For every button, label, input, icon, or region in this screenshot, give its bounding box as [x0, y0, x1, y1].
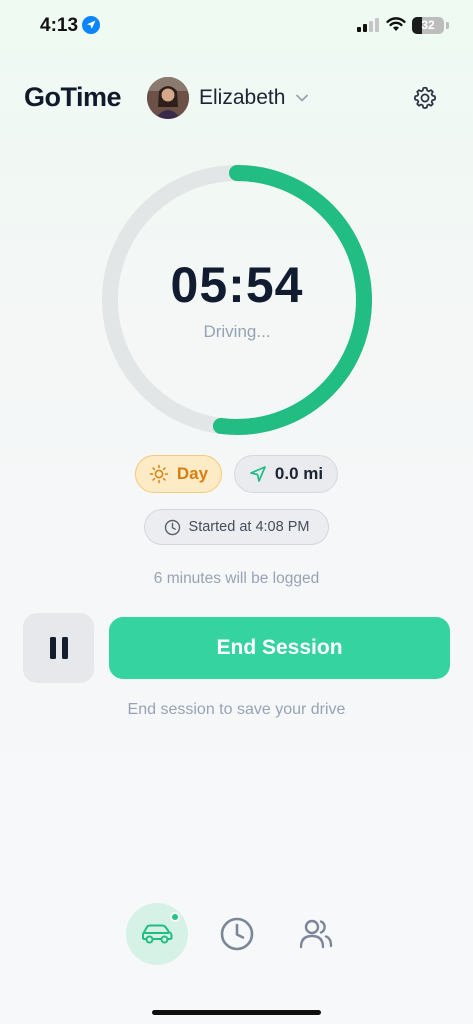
avatar-image: [147, 77, 189, 119]
gear-icon[interactable]: [412, 85, 438, 111]
location-arrow-icon: [82, 16, 100, 34]
started-at-chip: Started at 4:08 PM: [144, 509, 329, 545]
avatar[interactable]: [147, 77, 189, 119]
battery-indicator: 32: [412, 17, 444, 34]
chevron-down-icon[interactable]: [295, 91, 309, 105]
car-icon: [142, 924, 173, 944]
navigation-arrow-icon: [250, 466, 266, 482]
pause-button[interactable]: [23, 613, 94, 683]
distance-value: 0.0 mi: [274, 464, 324, 483]
status-time: 4:13: [40, 15, 79, 36]
profile-name[interactable]: Elizabeth: [199, 86, 285, 110]
wifi-icon: [386, 17, 406, 31]
save-hint: End session to save your drive: [127, 701, 346, 718]
session-timer: 05:54 Driving...: [97, 160, 377, 440]
status-bar: 4:13 32: [0, 0, 473, 54]
nav-drive-tab[interactable]: [126, 903, 188, 965]
timer-value: 05:54: [170, 257, 304, 313]
home-indicator: [152, 1010, 321, 1015]
profile-switcher[interactable]: Elizabeth: [147, 76, 309, 120]
pause-icon-bar: [61, 637, 68, 659]
battery-tip: [446, 22, 449, 29]
sun-icon: [149, 464, 169, 484]
day-chip[interactable]: Day: [135, 455, 222, 493]
nav-people-icon[interactable]: [297, 915, 335, 953]
cellular-signal-icon: [357, 18, 379, 32]
pause-icon: [49, 637, 56, 659]
app-title: GoTime: [24, 82, 122, 112]
end-session-button[interactable]: End Session: [109, 617, 450, 679]
day-chip-label: Day: [176, 464, 209, 483]
timer-status: Driving...: [203, 322, 271, 341]
started-at-label: Started at 4:08 PM: [188, 519, 310, 535]
battery-percentage: 32: [421, 18, 435, 32]
minutes-logged-note: 6 minutes will be logged: [153, 570, 320, 587]
clock-icon: [164, 519, 180, 535]
active-session-dot: [170, 912, 180, 922]
nav-history-clock-icon[interactable]: [218, 915, 256, 953]
distance-chip: 0.0 mi: [234, 455, 338, 493]
